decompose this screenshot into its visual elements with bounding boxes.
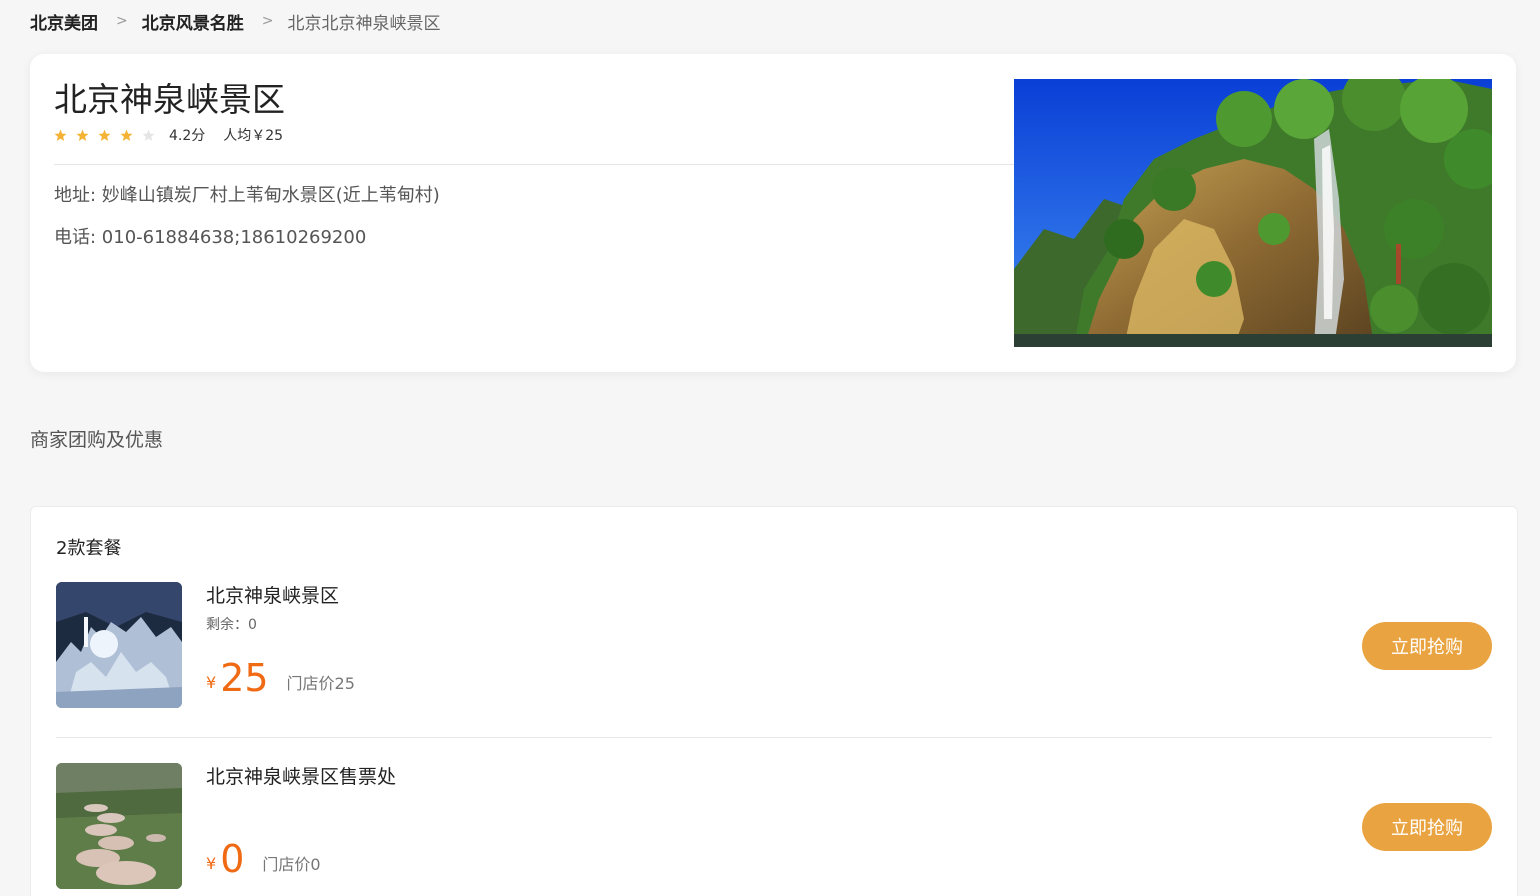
section-title-deals: 商家团购及优惠	[30, 429, 164, 451]
page: 北京美团 > 北京风景名胜 > 北京北京神泉峡景区 北京神泉峡景区 4.2分 人…	[0, 0, 1540, 896]
star-icon	[98, 129, 111, 141]
currency-symbol: ¥	[206, 673, 217, 692]
deal-thumbnail[interactable]	[56, 582, 182, 708]
deal-thumbnail[interactable]	[56, 763, 182, 889]
deal-name[interactable]: 北京神泉峡景区	[206, 582, 339, 610]
buy-now-button[interactable]: 立即抢购	[1362, 803, 1492, 851]
star-icon	[76, 129, 89, 141]
poi-info-card: 北京神泉峡景区 4.2分 人均￥25 地址: 妙峰山镇炭厂村上苇甸水景区(近上苇…	[30, 54, 1516, 372]
deal-price: 25	[220, 656, 269, 700]
breadcrumb-current: 北京北京神泉峡景区	[287, 13, 441, 34]
poi-address: 地址: 妙峰山镇炭厂村上苇甸水景区(近上苇甸村)	[54, 185, 440, 206]
star-rating	[54, 129, 155, 142]
rating-row: 4.2分 人均￥25	[54, 125, 283, 145]
deal-price-row: ¥ 0 门店价0	[206, 831, 321, 879]
breadcrumb-item-beijing-meituan[interactable]: 北京美团	[30, 9, 98, 34]
deal-item[interactable]: 北京神泉峡景区售票处 ¥ 0 门店价0 立即抢购	[56, 763, 1492, 889]
star-icon	[142, 129, 155, 141]
breadcrumb-item-scenic-spots[interactable]: 北京风景名胜	[142, 9, 244, 34]
deal-price-row: ¥ 25 门店价25	[206, 650, 355, 698]
star-icon	[120, 129, 133, 141]
deal-stock: 剩余：0	[206, 617, 257, 633]
poi-phone: 电话: 010-61884638;18610269200	[54, 227, 367, 248]
poi-cover-photo[interactable]	[1014, 79, 1492, 347]
ice-sculpture-photo	[56, 582, 182, 708]
breadcrumb-separator: >	[261, 13, 274, 29]
poi-title: 北京神泉峡景区	[54, 80, 285, 119]
stepping-stones-photo	[56, 763, 182, 889]
divider	[56, 737, 1492, 738]
rating-score: 4.2分	[169, 128, 206, 144]
breadcrumb-separator: >	[116, 13, 128, 29]
store-price: 门店价0	[262, 855, 321, 874]
deal-item[interactable]: 北京神泉峡景区 剩余：0 ¥ 25 门店价25 立即抢购	[56, 582, 1492, 708]
store-price: 门店价25	[286, 674, 355, 693]
deals-card: 2款套餐 北京神泉峡景区 剩余：0 ¥ 25 门店价25 立即抢购 北京神泉峡景…	[30, 506, 1518, 896]
breadcrumb: 北京美团 > 北京风景名胜 > 北京北京神泉峡景区	[30, 8, 440, 34]
buy-now-button[interactable]: 立即抢购	[1362, 622, 1492, 670]
average-price: 人均￥25	[223, 128, 284, 144]
divider	[54, 164, 1014, 165]
star-icon	[54, 129, 67, 141]
deal-name[interactable]: 北京神泉峡景区售票处	[206, 763, 396, 791]
deal-count: 2款套餐	[56, 538, 122, 559]
waterfall-cliff-photo	[1014, 79, 1492, 347]
currency-symbol: ¥	[206, 854, 217, 873]
deal-price: 0	[220, 837, 245, 881]
